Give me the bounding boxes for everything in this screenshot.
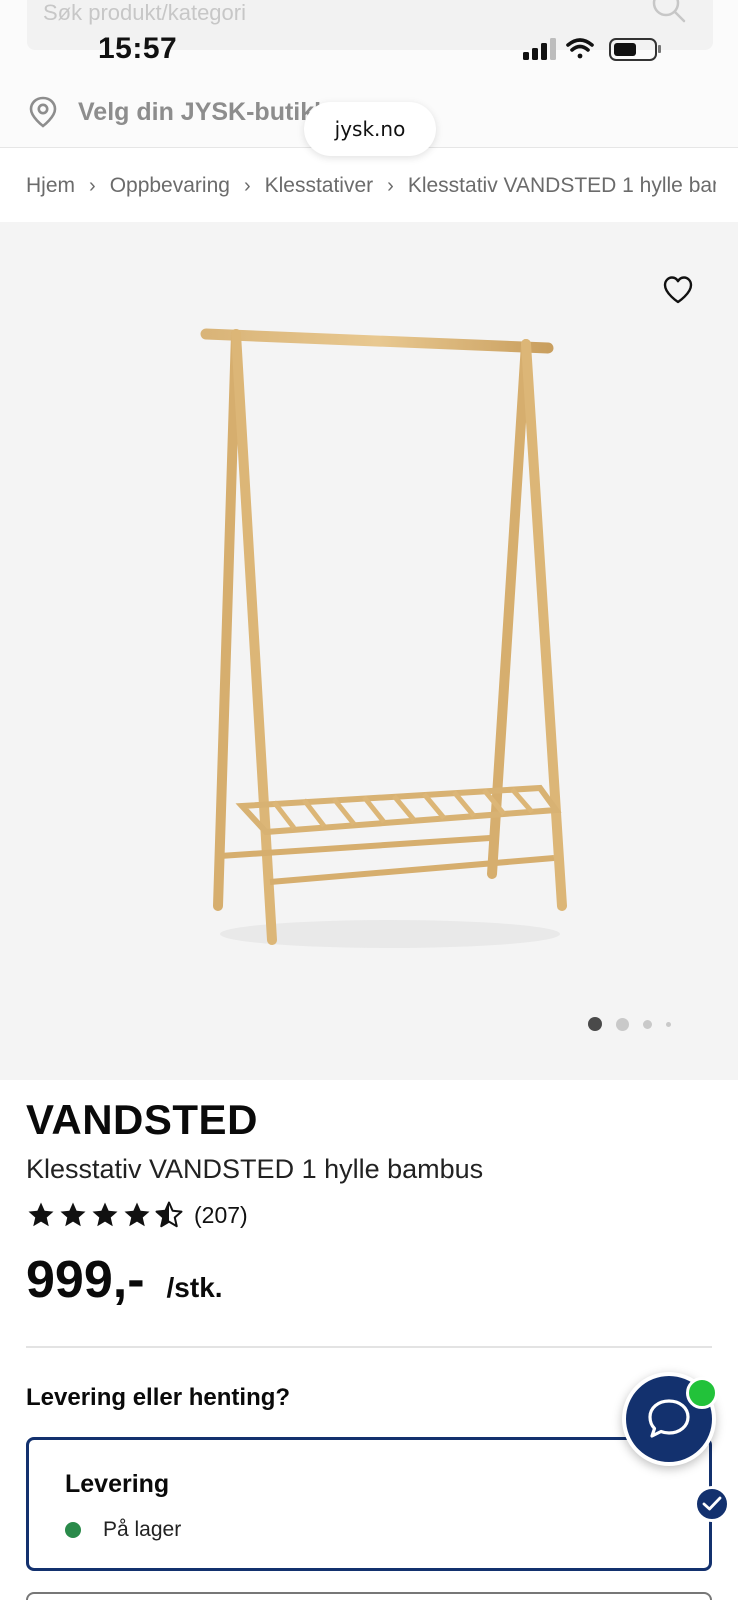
wifi-icon (566, 38, 594, 59)
store-selector[interactable]: Velg din JYSK-butikk (28, 90, 328, 134)
breadcrumb-item-clothes-racks[interactable]: Klesstativer (265, 174, 374, 198)
battery-icon (609, 38, 661, 61)
review-count[interactable]: (207) (194, 1202, 248, 1229)
product-rating[interactable]: (207) (26, 1198, 248, 1232)
gallery-pagination[interactable] (588, 1014, 698, 1034)
breadcrumb: Hjem › Oppbevaring › Klesstativer › Kles… (26, 166, 716, 206)
chevron-right-icon: › (243, 174, 251, 197)
search-icon[interactable] (651, 0, 687, 26)
heart-icon (663, 276, 693, 304)
star-full-icon (124, 1202, 150, 1227)
cellular-signal-icon (523, 38, 556, 60)
gallery-dot-active[interactable] (588, 1017, 602, 1031)
breadcrumb-item-current[interactable]: Klesstativ VANDSTED 1 hylle bambus (408, 174, 716, 198)
star-full-icon (60, 1202, 86, 1227)
store-selector-label: Velg din JYSK-butikk (78, 97, 329, 126)
search-input[interactable]: Søk produkt/kategori (43, 0, 246, 26)
status-time: 15:57 (98, 32, 178, 65)
breadcrumb-item-home[interactable]: Hjem (26, 174, 75, 198)
product-price: 999,- (26, 1251, 145, 1309)
section-divider (26, 1346, 712, 1348)
product-image (200, 328, 567, 948)
rating-stars (26, 1200, 184, 1230)
price-row: 999,- /stk. (26, 1250, 223, 1310)
star-full-icon (28, 1202, 54, 1227)
breadcrumb-item-storage[interactable]: Oppbevaring (110, 174, 230, 198)
delivery-heading: Levering eller henting? (26, 1384, 291, 1411)
checkmark-icon (702, 1496, 722, 1511)
product-name: Klesstativ VANDSTED 1 hylle bambus (26, 1154, 484, 1184)
stock-status-label: På lager (103, 1518, 182, 1541)
gallery-dot[interactable] (666, 1021, 671, 1027)
stock-status: På lager (65, 1518, 181, 1542)
chevron-right-icon: › (89, 174, 96, 197)
star-half-icon (155, 1201, 183, 1228)
gallery-dot[interactable] (643, 1019, 652, 1029)
selected-check-badge (694, 1486, 730, 1522)
product-image-gallery[interactable] (0, 222, 738, 1080)
status-icons (523, 38, 661, 61)
gallery-dot[interactable] (616, 1017, 629, 1031)
price-unit: /stk. (166, 1272, 223, 1303)
chat-bubble-icon (648, 1399, 690, 1438)
chevron-right-icon: › (387, 174, 394, 197)
pickup-option-card[interactable] (26, 1592, 712, 1600)
browser-url-pill[interactable]: jysk.no (304, 102, 436, 156)
online-status-dot (686, 1377, 718, 1409)
product-brand: VANDSTED (26, 1096, 258, 1143)
favorite-button[interactable] (660, 272, 696, 308)
star-full-icon (92, 1202, 118, 1227)
location-pin-icon (29, 96, 57, 128)
delivery-option-title: Levering (65, 1470, 170, 1498)
in-stock-dot-icon (65, 1522, 81, 1538)
delivery-option-card[interactable]: Levering På lager (26, 1437, 712, 1571)
